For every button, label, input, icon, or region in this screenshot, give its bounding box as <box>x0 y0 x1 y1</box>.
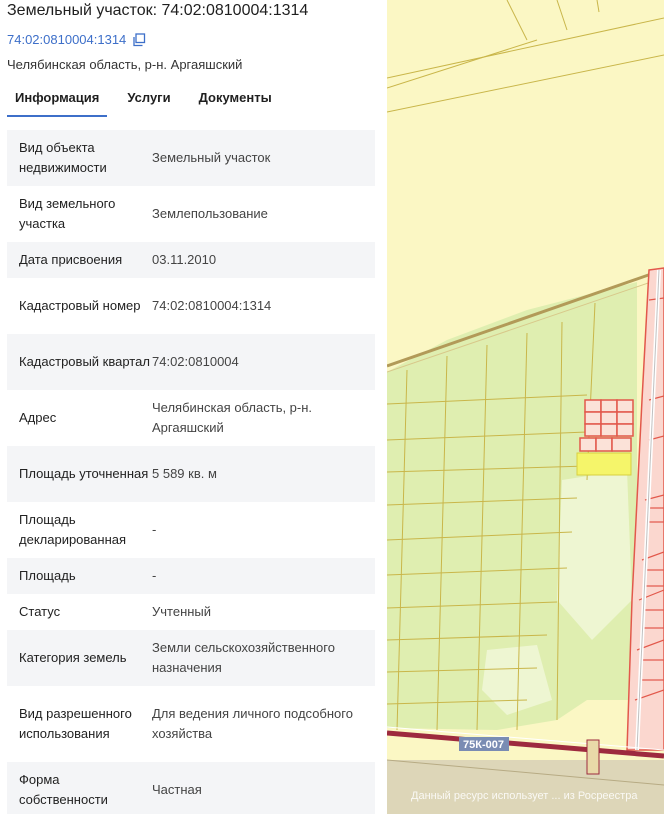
row-value: 74:02:0810004 <box>152 354 239 369</box>
table-row: Кадастровый квартал 74:02:0810004 <box>7 334 375 390</box>
tab-documents[interactable]: Документы <box>191 86 280 117</box>
cadastral-number-link[interactable]: 74:02:0810004:1314 <box>7 32 146 47</box>
road-label: 75К-007 <box>463 739 504 751</box>
region-text: Челябинская область, р-н. Аргаяшский <box>7 57 243 72</box>
row-label: Форма собственности <box>19 772 108 807</box>
tabs: Информация Услуги Документы <box>7 86 292 117</box>
table-row: Кадастровый номер 74:02:0810004:1314 <box>7 278 375 334</box>
table-row: Площадь уточненная 5 589 кв. м <box>7 446 375 502</box>
table-row: Площадь - <box>7 558 375 594</box>
row-value: - <box>152 568 157 583</box>
map-credit: Данный ресурс использует ... из Росреест… <box>411 790 638 802</box>
row-label: Дата присвоения <box>19 252 123 267</box>
info-panel: Земельный участок: 74:02:0810004:1314 74… <box>0 0 387 814</box>
selected-parcel[interactable] <box>576 452 632 476</box>
page-title: Земельный участок: 74:02:0810004:1314 <box>7 2 309 19</box>
row-label: Площадь <box>19 568 76 583</box>
cadastral-number-text[interactable]: 74:02:0810004:1314 <box>7 32 126 47</box>
row-value: 5 589 кв. м <box>152 466 217 481</box>
row-value: Челябинская область, р-н. Аргаяшский <box>152 400 313 435</box>
row-value: - <box>152 522 157 537</box>
map-view[interactable]: 75К-007 Данный ресурс использует ... из … <box>387 0 664 814</box>
row-label: Кадастровый квартал <box>19 354 150 369</box>
row-value: Учтенный <box>152 604 212 619</box>
tab-services[interactable]: Услуги <box>119 86 178 117</box>
row-value: Землепользование <box>152 206 268 221</box>
row-label: Адрес <box>19 410 57 425</box>
row-value: 03.11.2010 <box>152 252 217 267</box>
table-row: Форма собственности Частная <box>7 762 375 814</box>
bridge <box>586 739 600 775</box>
row-label: Площадь декларированная <box>19 512 127 547</box>
table-row: Площадь декларированная - <box>7 502 375 558</box>
row-label: Вид земельного участка <box>19 196 116 231</box>
row-label: Площадь уточненная <box>19 466 149 481</box>
table-row: Статус Учтенный <box>7 594 375 630</box>
row-value: 74:02:0810004:1314 <box>152 298 272 313</box>
row-label: Статус <box>19 604 61 619</box>
row-value: Для ведения личного подсобного хозяйства <box>152 706 353 741</box>
row-label: Вид объекта недвижимости <box>19 140 107 175</box>
table-row: Вид разрешенного использования Для веден… <box>7 686 375 762</box>
table-row: Дата присвоения 03.11.2010 <box>7 242 375 278</box>
row-value: Земли сельскохозяйственного назначения <box>152 640 335 675</box>
property-table: Вид объекта недвижимости Земельный участ… <box>7 130 375 814</box>
table-row: Вид объекта недвижимости Земельный участ… <box>7 130 375 186</box>
row-value: Частная <box>152 782 202 797</box>
row-value: Земельный участок <box>152 150 271 165</box>
table-row: Категория земель Земли сельскохозяйствен… <box>7 630 375 686</box>
copy-icon[interactable] <box>132 32 146 47</box>
table-row: Вид земельного участка Землепользование <box>7 186 375 242</box>
row-label: Вид разрешенного использования <box>19 706 132 741</box>
tab-information[interactable]: Информация <box>7 86 108 117</box>
row-label: Категория земель <box>19 650 127 665</box>
row-label: Кадастровый номер <box>19 298 141 313</box>
table-row: Адрес Челябинская область, р-н. Аргаяшск… <box>7 390 375 446</box>
small-parcels <box>579 399 634 452</box>
map-canvas[interactable]: 75К-007 <box>387 0 664 814</box>
